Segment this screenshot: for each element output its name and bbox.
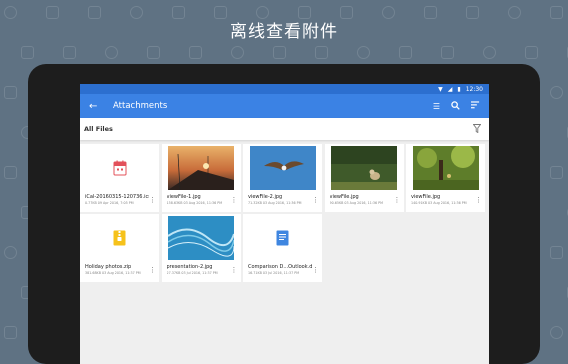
- file-tile[interactable]: Comparison D...Outlook.docx 16.71KB 03 J…: [243, 214, 322, 282]
- file-tile[interactable]: presentation-2.jpg 27.37KB 03 Jul 2016, …: [161, 214, 241, 282]
- file-meta: 90.65KB 03 Aug 2016, 11:36 PM: [329, 201, 384, 205]
- background-pattern-icon: [525, 46, 538, 59]
- file-name: viewFile-2.jpg: [248, 194, 283, 200]
- zip-icon: [80, 214, 159, 262]
- file-meta: 16.71KB 03 Jul 2016, 11:37 PM: [248, 271, 300, 275]
- file-meta: 0.77KB 09 Apr 2016, 7:05 PM: [85, 201, 134, 205]
- filter-label: All Files: [84, 125, 113, 133]
- file-grid: iCal-20160315-120736.ics 0.77KB 09 Apr 2…: [80, 144, 489, 282]
- background-pattern-icon: [483, 46, 496, 59]
- image-thumbnail: [325, 144, 404, 192]
- file-meta: 71.32KB 03 Aug 2016, 11:36 PM: [248, 201, 302, 205]
- file-tile[interactable]: Holiday photos.zip 381.68KB 03 Aug 2016,…: [80, 214, 159, 282]
- background-pattern-icon: [189, 46, 202, 59]
- file-name: Holiday photos.zip: [85, 264, 132, 270]
- more-options-icon[interactable]: ⋮: [394, 196, 401, 204]
- list-view-icon[interactable]: ☰: [433, 102, 440, 111]
- file-name: viewFile.jpg: [329, 194, 359, 200]
- background-pattern-icon: [4, 246, 17, 259]
- background-pattern-icon: [4, 166, 17, 179]
- sort-icon[interactable]: [471, 101, 480, 111]
- toolbar-title: Attachments: [113, 101, 168, 111]
- background-pattern-icon: [441, 46, 454, 59]
- search-icon[interactable]: [451, 100, 460, 112]
- image-thumbnail: [243, 144, 322, 192]
- more-options-icon[interactable]: ⋮: [312, 196, 319, 204]
- more-options-icon[interactable]: ⋮: [149, 196, 156, 204]
- background-pattern-icon: [315, 46, 328, 59]
- image-thumbnail: [406, 144, 485, 192]
- more-options-icon[interactable]: ⋮: [231, 266, 238, 274]
- filter-icon[interactable]: [472, 123, 482, 135]
- background-pattern-icon: [147, 46, 160, 59]
- file-meta: 27.37KB 03 Jul 2016, 11:37 PM: [166, 271, 218, 275]
- file-tile[interactable]: viewFile.jpg 140.91KB 03 Aug 2016, 11:36…: [406, 144, 485, 212]
- file-name: iCal-20160315-120736.ics: [85, 194, 149, 200]
- app-toolbar: ← Attachments ☰: [80, 94, 489, 118]
- more-options-icon[interactable]: ⋮: [312, 266, 319, 274]
- filter-bar: All Files: [80, 118, 489, 140]
- background-pattern-icon: [21, 46, 34, 59]
- background-pattern-icon: [231, 46, 244, 59]
- file-meta: 158.63KB 03 Aug 2016, 11:36 PM: [166, 201, 223, 205]
- file-tile[interactable]: viewFile-2.jpg 71.32KB 03 Aug 2016, 11:3…: [243, 144, 322, 212]
- file-tile[interactable]: viewFile.jpg 90.65KB 03 Aug 2016, 11:36 …: [324, 144, 404, 212]
- more-options-icon[interactable]: ⋮: [149, 266, 156, 274]
- background-pattern-icon: [399, 46, 412, 59]
- background-pattern-icon: [4, 86, 17, 99]
- toolbar-actions: ☰: [433, 100, 480, 112]
- background-pattern-icon: [550, 166, 563, 179]
- promo-headline: 离线查看附件: [230, 22, 338, 42]
- back-arrow-icon[interactable]: ←: [89, 101, 105, 112]
- image-thumbnail: [162, 214, 241, 262]
- file-tile[interactable]: viewFile-1.jpg 158.63KB 03 Aug 2016, 11:…: [161, 144, 241, 212]
- file-name: viewFile-1.jpg: [166, 194, 201, 200]
- more-options-icon[interactable]: ⋮: [231, 196, 238, 204]
- background-pattern-icon: [63, 46, 76, 59]
- wifi-icon: ▼: [438, 85, 443, 93]
- background-pattern-icon: [550, 86, 563, 99]
- file-meta: 140.91KB 03 Aug 2016, 11:36 PM: [411, 201, 467, 205]
- background-pattern-icon: [550, 326, 563, 339]
- file-name: presentation-2.jpg: [166, 264, 213, 270]
- background-pattern-icon: [357, 46, 370, 59]
- background-pattern-icon: [273, 46, 286, 59]
- more-options-icon[interactable]: ⋮: [475, 196, 482, 204]
- background-pattern-icon: [550, 246, 563, 259]
- battery-icon: ▮: [457, 85, 461, 93]
- image-thumbnail: [162, 144, 241, 192]
- file-name: Comparison D...Outlook.docx: [248, 264, 312, 270]
- status-bar: ▼ ◢ ▮ 12:30: [80, 84, 489, 94]
- app-screen: ▼ ◢ ▮ 12:30 ← Attachments ☰ All Files iC…: [80, 84, 489, 364]
- document-icon: [243, 214, 322, 262]
- background-pattern-icon: [105, 46, 118, 59]
- status-time: 12:30: [465, 85, 483, 93]
- signal-icon: ◢: [447, 85, 453, 93]
- calendar-icon: [80, 144, 159, 192]
- file-meta: 381.68KB 03 Aug 2016, 11:37 PM: [85, 271, 141, 275]
- background-pattern-icon: [4, 326, 17, 339]
- file-name: viewFile.jpg: [411, 194, 441, 200]
- file-tile[interactable]: iCal-20160315-120736.ics 0.77KB 09 Apr 2…: [80, 144, 159, 212]
